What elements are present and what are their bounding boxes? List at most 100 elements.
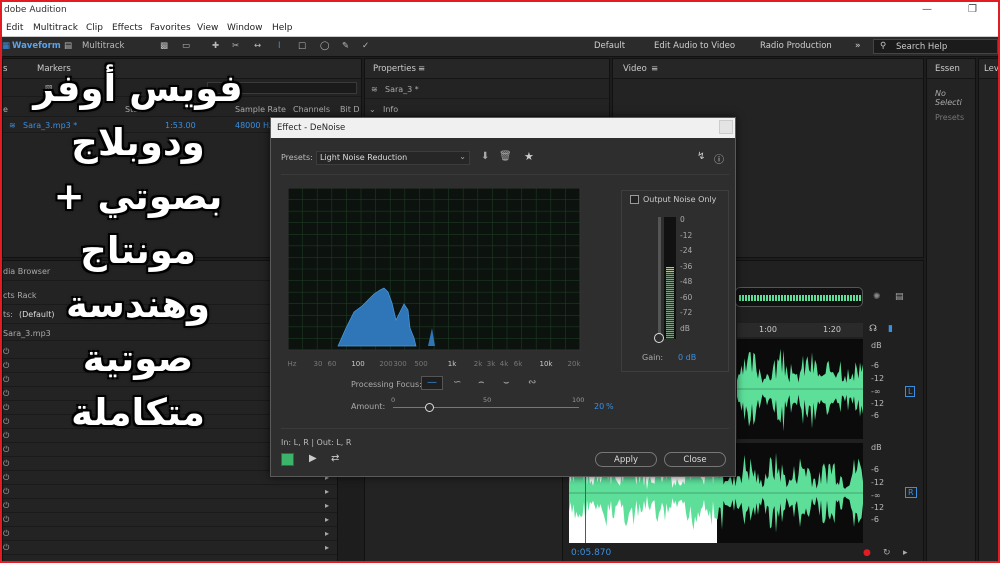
save-preset-icon[interactable]: ⬇: [481, 151, 489, 162]
menu-favorites[interactable]: Favorites: [150, 23, 191, 33]
focus-mid-button[interactable]: ⌢: [478, 377, 485, 388]
power-icon[interactable]: ⏻: [3, 529, 9, 539]
power-toggle-icon[interactable]: [281, 453, 294, 466]
db-scale-top: dB -6 -12 -∞ -12 -6 L: [865, 339, 921, 439]
workspace-default[interactable]: Default: [594, 41, 625, 51]
focus-flat-button[interactable]: —: [421, 376, 443, 390]
close-button[interactable]: Close: [664, 452, 726, 467]
search-help-input[interactable]: ⚲ Search Help: [873, 39, 998, 54]
spot-heal-tool-icon[interactable]: ✓: [362, 41, 369, 51]
pitch-display-icon[interactable]: ▭: [182, 41, 190, 51]
gain-value[interactable]: 0 dB: [678, 353, 696, 362]
properties-info-section[interactable]: ⌄ Info: [365, 103, 609, 117]
time-selection-tool-icon[interactable]: I: [278, 41, 281, 51]
meter-tick-label: dB: [680, 323, 690, 333]
routing-icon[interactable]: ↯: [697, 151, 705, 162]
workspace-radio-production[interactable]: Radio Production: [760, 41, 832, 51]
power-icon[interactable]: ⏻: [3, 501, 9, 511]
waveform-button[interactable]: Waveform: [12, 41, 61, 51]
power-icon[interactable]: ⏻: [3, 459, 9, 469]
info-icon[interactable]: ⓘ: [714, 151, 724, 166]
settings-icon[interactable]: ▤: [895, 292, 904, 302]
meter-segment: [666, 267, 674, 269]
brush-tool-icon[interactable]: ✎: [342, 41, 349, 51]
effect-slot-row[interactable]: ⏻▸: [3, 499, 337, 513]
effect-slot-row[interactable]: ⏻▸: [3, 527, 337, 541]
gain-slider-track[interactable]: [658, 217, 661, 339]
menu-help[interactable]: Help: [272, 23, 293, 33]
freq-tick-label: 100: [351, 360, 364, 368]
meter-segment: [666, 307, 674, 309]
lasso-tool-icon[interactable]: ◯: [320, 41, 330, 51]
effect-slot-row[interactable]: ⏻▸: [3, 513, 337, 527]
headphones-icon[interactable]: ☊: [869, 324, 877, 334]
slot-arrow-icon[interactable]: ▸: [325, 543, 329, 552]
preview-play-icon[interactable]: ▶: [309, 453, 317, 464]
transport-bar: 0:05.870 ● ↻ ▸: [563, 547, 925, 561]
video-header: Video ≡: [613, 59, 923, 79]
loop-playback-icon[interactable]: ⇄: [331, 453, 339, 464]
spectral-display-icon[interactable]: ▩: [160, 41, 168, 51]
channel-right-badge[interactable]: R: [905, 487, 917, 498]
loop-icon[interactable]: ↻: [883, 548, 891, 558]
menu-edit[interactable]: Edit: [6, 23, 23, 33]
panel-menu-icon[interactable]: ≡: [651, 64, 658, 74]
multitrack-button[interactable]: Multitrack: [82, 41, 124, 51]
timecode-display[interactable]: 0:05.870: [571, 548, 611, 558]
meter-segment: [666, 323, 674, 325]
panel-menu-icon[interactable]: ≡: [418, 64, 425, 74]
menu-view[interactable]: View: [197, 23, 218, 33]
output-noise-only-checkbox[interactable]: [630, 195, 639, 204]
search-icon: ⚲: [880, 41, 887, 51]
zoom-icon[interactable]: ✺: [873, 292, 881, 302]
workspace-edit-audio-to-video[interactable]: Edit Audio to Video: [654, 41, 735, 51]
time-ruler[interactable]: 1:00 1:20: [737, 323, 863, 337]
power-icon[interactable]: ⏻: [3, 473, 9, 483]
favorite-star-icon[interactable]: ★: [524, 150, 534, 163]
skip-icon[interactable]: ▸: [903, 548, 908, 558]
delete-preset-icon[interactable]: 🗑: [499, 151, 512, 162]
amount-slider-thumb[interactable]: [425, 403, 435, 412]
amount-unit: %: [606, 402, 614, 411]
menu-clip[interactable]: Clip: [86, 23, 103, 33]
effect-slot-row[interactable]: ⏻▸: [3, 541, 337, 555]
menu-multitrack[interactable]: Multitrack: [33, 23, 78, 33]
amount-slider-track[interactable]: [393, 407, 579, 408]
slot-arrow-icon[interactable]: ▸: [325, 487, 329, 496]
waveform-left-channel[interactable]: [737, 339, 863, 439]
menu-window[interactable]: Window: [227, 23, 263, 33]
channel-left-badge[interactable]: L: [905, 386, 916, 397]
playhead-marker-icon[interactable]: ▮: [888, 324, 893, 334]
power-icon[interactable]: ⏻: [3, 445, 9, 455]
focus-low-button[interactable]: ∾: [528, 377, 536, 388]
minimize-icon[interactable]: —: [922, 4, 932, 15]
essential-sound-panel: Essen No Selecti Presets: [926, 58, 976, 561]
slot-arrow-icon[interactable]: ▸: [325, 501, 329, 510]
slip-tool-icon[interactable]: ↔: [254, 41, 261, 51]
power-icon[interactable]: ⏻: [3, 543, 9, 553]
restore-icon[interactable]: ❐: [968, 4, 977, 15]
focus-dip-button[interactable]: ⌣: [503, 377, 510, 388]
record-icon[interactable]: ●: [863, 548, 871, 558]
apply-button[interactable]: Apply: [595, 452, 657, 467]
menu-effects[interactable]: Effects: [112, 23, 143, 33]
slot-arrow-icon[interactable]: ▸: [325, 515, 329, 524]
slot-arrow-icon[interactable]: ▸: [325, 529, 329, 538]
more-workspaces-icon[interactable]: »: [855, 41, 861, 51]
amount-value[interactable]: 20: [594, 402, 604, 411]
effect-slot-row[interactable]: ⏻▸: [3, 485, 337, 499]
gain-slider-thumb[interactable]: [654, 333, 664, 343]
properties-file-row: ≋ Sara_3 *: [365, 83, 609, 99]
presets-dropdown[interactable]: Light Noise Reduction ⌄: [316, 151, 470, 165]
marquee-tool-icon[interactable]: □: [298, 41, 306, 51]
meter-segment: [666, 329, 674, 331]
dialog-close-icon[interactable]: [719, 120, 733, 134]
spectrum-graph[interactable]: dB-10-20-30-40-50-60Hz30601002003005001k…: [287, 187, 600, 372]
move-tool-icon[interactable]: ✚: [212, 41, 219, 51]
razor-tool-icon[interactable]: ✂: [232, 41, 239, 51]
overview-navigator[interactable]: [735, 287, 863, 307]
power-icon[interactable]: ⏻: [3, 487, 9, 497]
focus-high-button[interactable]: ∽: [453, 377, 461, 388]
dialog-title: Effect - DeNoise: [277, 123, 346, 133]
power-icon[interactable]: ⏻: [3, 515, 9, 525]
